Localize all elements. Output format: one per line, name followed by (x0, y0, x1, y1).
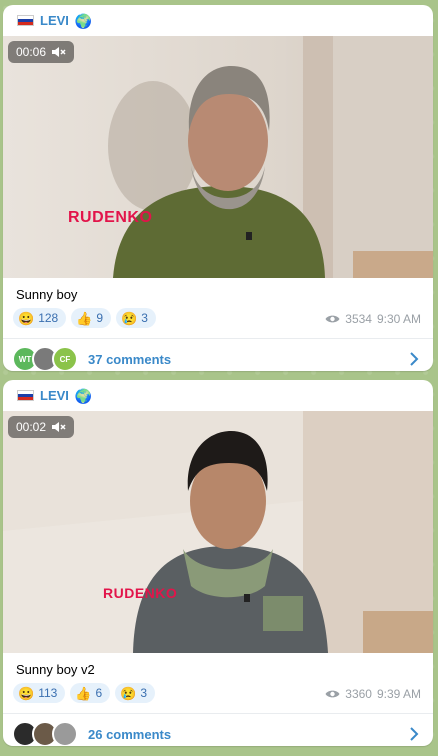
view-count: 3360 (345, 687, 372, 701)
channel-name[interactable]: LEVI (40, 388, 69, 403)
chevron-right-icon[interactable] (409, 726, 419, 742)
grinning-face-icon: 😀 (18, 685, 35, 701)
chevron-right-icon[interactable] (409, 351, 419, 367)
post-caption: Sunny boy v2 (16, 662, 95, 677)
commenter-avatars (12, 721, 78, 746)
reactions-bar: 😀 128 👍 9 😢 3 (13, 308, 156, 328)
reaction-thumbs-up[interactable]: 👍 6 (70, 683, 111, 703)
russia-flag-icon (17, 390, 34, 401)
reaction-crying[interactable]: 😢 3 (116, 308, 156, 328)
video-frame (3, 411, 433, 653)
globe-icon: 🌍 (74, 12, 93, 29)
russia-flag-icon (17, 15, 34, 26)
eye-icon (325, 315, 340, 323)
channel-post: LEVI 🌍 00:06 RUDENKO Sunny boy 😀 128 👍 9… (3, 5, 433, 371)
eye-icon (325, 690, 340, 698)
reaction-count: 128 (38, 311, 59, 325)
reaction-crying[interactable]: 😢 3 (115, 683, 156, 703)
post-meta: 😀 128 👍 9 😢 3 3534 9:30 AM (3, 308, 433, 334)
grinning-face-icon: 😀 (18, 310, 35, 326)
muted-speaker-icon[interactable] (52, 421, 66, 433)
muted-speaker-icon[interactable] (52, 46, 66, 58)
avatar (52, 721, 78, 746)
watermark-text: RUDENKO (103, 585, 178, 601)
reactions-bar: 😀 113 👍 6 😢 3 (13, 683, 156, 703)
reaction-count: 3 (141, 311, 148, 325)
video-duration: 00:06 (16, 45, 47, 59)
video-duration: 00:02 (16, 420, 47, 434)
post-caption: Sunny boy (16, 287, 78, 302)
video-thumbnail[interactable]: 00:06 RUDENKO (3, 36, 433, 278)
comments-count[interactable]: 37 comments (88, 352, 171, 367)
crying-face-icon: 😢 (120, 685, 137, 701)
globe-icon: 🌍 (74, 387, 93, 404)
comments-link[interactable]: WT CF 37 comments (3, 339, 433, 371)
video-duration-badge[interactable]: 00:06 (8, 41, 75, 63)
post-time: 9:30 AM (376, 312, 421, 326)
channel-post: LEVI 🌍 00:02 RUDENKO Sunny boy v2 😀 113 … (3, 380, 433, 746)
video-frame (3, 36, 433, 278)
thumbs-up-icon: 👍 (76, 310, 93, 326)
comments-count[interactable]: 26 comments (88, 727, 171, 742)
reaction-count: 113 (38, 686, 58, 700)
view-count: 3534 (345, 312, 372, 326)
video-thumbnail[interactable]: 00:02 RUDENKO (3, 411, 433, 653)
post-stats: 3534 9:30 AM (325, 312, 421, 326)
post-header: LEVI 🌍 (3, 380, 433, 411)
post-meta: 😀 113 👍 6 😢 3 3360 9:39 AM (3, 683, 433, 709)
reaction-grinning[interactable]: 😀 113 (13, 683, 66, 703)
reaction-grinning[interactable]: 😀 128 (13, 308, 67, 328)
channel-name[interactable]: LEVI (40, 13, 69, 28)
watermark-text: RUDENKO (68, 209, 153, 226)
reaction-count: 9 (96, 311, 104, 325)
comments-link[interactable]: 26 comments (3, 714, 433, 746)
reaction-count: 6 (95, 686, 103, 700)
post-time: 9:39 AM (376, 687, 421, 701)
post-stats: 3360 9:39 AM (325, 687, 421, 701)
reaction-thumbs-up[interactable]: 👍 9 (71, 308, 112, 328)
crying-face-icon: 😢 (121, 310, 138, 326)
post-header: LEVI 🌍 (3, 5, 433, 36)
commenter-avatars: WT CF (12, 346, 78, 371)
reaction-count: 3 (140, 686, 148, 700)
thumbs-up-icon: 👍 (75, 685, 92, 701)
video-duration-badge[interactable]: 00:02 (8, 416, 75, 438)
avatar: CF (52, 346, 78, 371)
